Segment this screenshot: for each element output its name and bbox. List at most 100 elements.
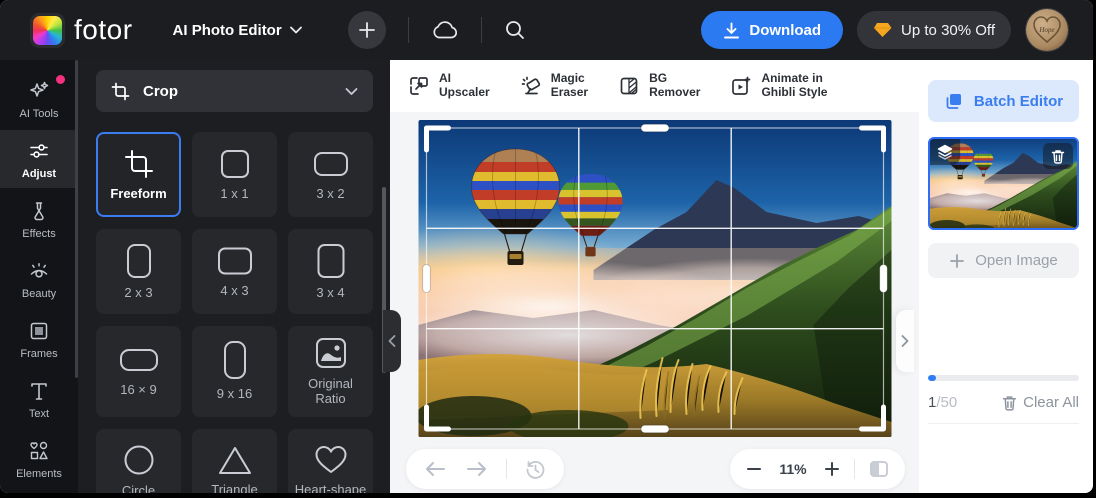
crop-ratio-grid: Freeform 1 x 1 3 x 2 2 x 3 4 x 3 3 x 4 1… — [96, 132, 373, 493]
sidebar-item-effects[interactable]: Effects — [0, 190, 78, 248]
sidebar-item-elements[interactable]: Elements — [0, 430, 78, 488]
history-toolbar — [406, 449, 564, 489]
sidebar-item-text[interactable]: Text — [0, 370, 78, 428]
editor-type-menu[interactable]: AI Photo Editor — [173, 22, 302, 39]
sidebar-item-ai-tools[interactable]: AI Tools — [0, 70, 78, 128]
heart-shape-icon — [315, 446, 346, 474]
sidebar-item-label: Elements — [16, 467, 62, 480]
fotor-logo[interactable] — [30, 12, 65, 48]
download-button[interactable]: Download — [701, 11, 844, 49]
sidebar-item-frames[interactable]: Frames — [0, 310, 78, 368]
crop-option-4x3[interactable]: 4 x 3 — [192, 229, 277, 314]
expand-panel-tab[interactable] — [896, 310, 914, 372]
crop-option-2x3[interactable]: 2 x 3 — [96, 229, 181, 314]
upgrade-promo-button[interactable]: Up to 30% Off — [857, 11, 1011, 49]
avatar-image: Hope — [1026, 9, 1068, 51]
ai-upscaler-button[interactable]: AI Upscaler — [408, 71, 490, 100]
chevron-down-icon — [289, 26, 302, 34]
crop-option-freeform[interactable]: Freeform — [96, 132, 181, 217]
ratio-9-16-icon — [223, 341, 246, 380]
new-design-button[interactable] — [347, 11, 386, 49]
crop-option-circle[interactable]: Circle — [96, 428, 181, 493]
editor-menu-label: AI Photo Editor — [172, 21, 282, 39]
crop-icon — [124, 149, 153, 178]
search-button[interactable] — [504, 19, 526, 41]
magic-eraser-button[interactable]: Magic Eraser — [520, 71, 588, 100]
chevron-right-icon — [901, 335, 909, 347]
redo-arrow-icon — [467, 462, 486, 476]
crop-option-16x9[interactable]: 16 × 9 — [96, 326, 181, 417]
photo-image — [418, 120, 891, 437]
magic-eraser-icon — [521, 76, 540, 95]
sidebar-item-beauty[interactable]: Beauty — [0, 250, 78, 308]
clear-all-label: Clear All — [1023, 394, 1079, 411]
sidebar-item-label: Frames — [20, 347, 58, 360]
crop-option-heart[interactable]: Heart-shape — [288, 428, 373, 493]
crop-option-triangle[interactable]: Triangle — [192, 428, 277, 493]
zoom-toolbar: 11% — [730, 449, 905, 489]
editing-stage: 11% — [390, 112, 919, 493]
crop-option-9x16[interactable]: 9 x 16 — [192, 326, 277, 417]
sparkles-icon — [30, 81, 49, 97]
ratio-16-9-icon — [119, 349, 158, 372]
compare-button[interactable] — [867, 458, 891, 480]
image-quota-progress — [928, 375, 1079, 381]
crop-option-3x2[interactable]: 3 x 2 — [288, 132, 373, 217]
frame-icon — [30, 322, 48, 339]
text-icon — [31, 382, 47, 400]
restore-button[interactable] — [523, 457, 548, 482]
shapes-icon — [30, 441, 48, 459]
triangle-shape-icon — [218, 447, 251, 475]
zoom-in-button[interactable] — [822, 459, 842, 479]
open-image-button[interactable]: Open Image — [928, 243, 1079, 278]
user-avatar[interactable]: Hope — [1025, 8, 1069, 52]
redo-button[interactable] — [464, 458, 490, 480]
topbar-divider — [407, 17, 409, 43]
pill-divider — [854, 459, 855, 479]
sidebar-item-label: Adjust — [21, 167, 57, 180]
ratio-4-3-icon — [217, 247, 252, 275]
promo-label: Up to 30% Off — [901, 21, 995, 39]
undo-button[interactable] — [422, 458, 448, 480]
delete-image-button[interactable] — [1043, 143, 1073, 169]
compare-icon — [870, 461, 888, 477]
crop-panel-dropdown[interactable]: Crop — [96, 70, 373, 112]
layers-icon — [937, 144, 953, 160]
crop-option-3x4[interactable]: 3 x 4 — [288, 229, 373, 314]
crop-icon — [111, 82, 130, 100]
plus-icon — [358, 22, 375, 38]
crop-option-original-ratio[interactable]: Original Ratio — [288, 326, 373, 417]
quick-tools-toolbar: AI Upscaler Magic Eraser BG Remover Animate… — [390, 60, 919, 112]
download-label: Download — [749, 21, 822, 39]
notification-dot — [56, 75, 65, 84]
fotor-editor-app: fotor AI Photo Editor Download Up to 30%… — [0, 0, 1093, 493]
trash-icon — [1003, 395, 1017, 411]
sidebar-item-adjust[interactable]: Adjust — [0, 130, 78, 188]
undo-arrow-icon — [426, 462, 445, 476]
collapse-panel-tab[interactable] — [383, 310, 401, 372]
crop-option-1x1[interactable]: 1 x 1 — [192, 132, 277, 217]
layers-badge[interactable] — [930, 139, 960, 165]
topbar-divider — [480, 17, 482, 43]
zoom-out-button[interactable] — [744, 459, 764, 479]
zoom-in-icon — [825, 462, 839, 476]
ratio-3-4-icon — [317, 243, 344, 278]
crop-panel-title: Crop — [143, 82, 178, 100]
batch-editor-button[interactable]: Batch Editor — [928, 80, 1079, 122]
sidebar-item-label: Beauty — [21, 287, 57, 300]
ratio-3-2-icon — [313, 151, 348, 176]
zoom-level-value: 11% — [779, 461, 807, 477]
pill-divider — [506, 459, 507, 479]
image-thumbnail[interactable] — [928, 137, 1079, 230]
gem-icon — [874, 23, 892, 37]
eye-icon — [30, 262, 48, 278]
ghibli-animate-button[interactable]: Animate in Ghibli Style — [730, 71, 827, 100]
sidebar-item-label: Effects — [22, 227, 56, 240]
cloud-sync-button[interactable] — [431, 20, 459, 40]
trash-icon — [1051, 149, 1065, 164]
clear-all-button[interactable]: Clear All — [1002, 394, 1079, 411]
sidebar-item-label: Text — [28, 407, 50, 420]
photo-canvas[interactable] — [418, 120, 891, 437]
chevron-left-icon — [388, 335, 396, 347]
bg-remover-button[interactable]: BG Remover — [618, 71, 700, 100]
